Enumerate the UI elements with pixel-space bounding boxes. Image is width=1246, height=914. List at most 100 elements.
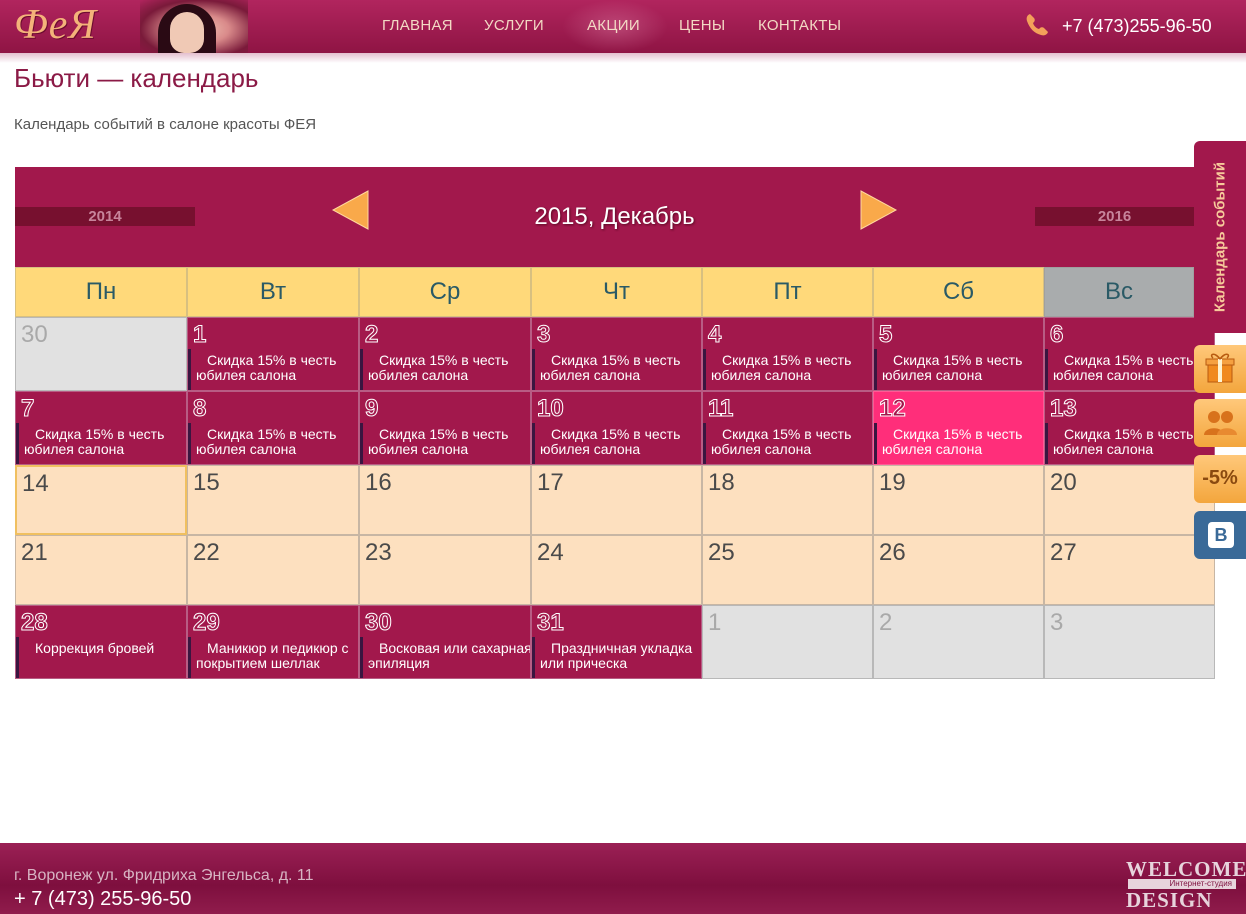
- nav-item-contacts[interactable]: КОНТАКТЫ: [758, 17, 841, 34]
- discount-button[interactable]: -5%: [1194, 455, 1246, 503]
- footer-phone[interactable]: + 7 (473) 255-96-50: [14, 888, 191, 911]
- logo[interactable]: ФеЯ: [14, 1, 97, 49]
- nav-item-promotions[interactable]: АКЦИИ: [587, 17, 640, 34]
- weekday-header-sat: Сб: [873, 267, 1044, 317]
- calendar-day-cell[interactable]: 5 Скидка 15% в честь юбилея салона: [873, 317, 1044, 391]
- event-marker: [703, 349, 706, 390]
- calendar-day-cell[interactable]: 18: [702, 465, 873, 535]
- event-title[interactable]: Коррекция бровей: [24, 641, 186, 656]
- calendar-day-cell[interactable]: 8 Скидка 15% в честь юбилея салона: [187, 391, 359, 465]
- calendar-day-cell[interactable]: 22: [187, 535, 359, 605]
- event-title[interactable]: Скидка 15% в честь юбилея салона: [196, 427, 358, 457]
- calendar-day-cell[interactable]: 26: [873, 535, 1044, 605]
- calendar-day-cell[interactable]: 17: [531, 465, 702, 535]
- prev-month-arrow-icon[interactable]: [331, 189, 369, 231]
- weekday-header-wed: Ср: [359, 267, 531, 317]
- vk-button[interactable]: В: [1194, 511, 1246, 559]
- day-number: 1: [192, 321, 207, 348]
- gift-button[interactable]: [1194, 345, 1246, 393]
- event-title[interactable]: Скидка 15% в честь юбилея салона: [1053, 427, 1214, 457]
- event-marker: [360, 637, 363, 678]
- calendar-day-cell[interactable]: 16: [359, 465, 531, 535]
- event-title[interactable]: Восковая или сахарная эпиляция: [368, 641, 530, 671]
- studio-logo[interactable]: WELCOME Интернет-студия DESIGN: [1126, 857, 1246, 912]
- event-title[interactable]: Маникюр и педикюр с покрытием шеллак: [196, 641, 358, 671]
- calendar-day-cell[interactable]: 19: [873, 465, 1044, 535]
- weekday-header-mon: Пн: [15, 267, 187, 317]
- event-title[interactable]: Скидка 15% в честь юбилея салона: [882, 427, 1043, 457]
- calendar-day-cell[interactable]: 23: [359, 535, 531, 605]
- calendar-day-cell[interactable]: 14: [15, 465, 187, 535]
- event-title[interactable]: Скидка 15% в честь юбилея салона: [196, 353, 358, 383]
- calendar-day-cell[interactable]: 24: [531, 535, 702, 605]
- calendar-day-cell[interactable]: 25: [702, 535, 873, 605]
- day-number: 22: [193, 539, 220, 566]
- day-number: 2: [879, 609, 893, 636]
- day-number: 7: [20, 395, 35, 422]
- calendar-day-cell[interactable]: 29 Маникюр и педикюр с покрытием шеллак: [187, 605, 359, 679]
- weekday-header-tue: Вт: [187, 267, 359, 317]
- calendar-grid: Пн Вт Ср Чт Пт Сб Вс 30 1 Скидка 15% в честь юбил…: [15, 267, 1215, 679]
- event-title[interactable]: Скидка 15% в честь юбилея салона: [24, 427, 186, 457]
- event-title[interactable]: Скидка 15% в честь юбилея салона: [711, 353, 872, 383]
- event-title[interactable]: Скидка 15% в честь юбилея салона: [540, 353, 701, 383]
- nav-item-prices[interactable]: ЦЕНЫ: [679, 17, 725, 34]
- footer: г. Воронеж ул. Фридриха Энгельса, д. 11 …: [0, 843, 1246, 914]
- events-calendar-tab[interactable]: Календарь событий: [1194, 141, 1246, 333]
- next-month-arrow-icon[interactable]: [860, 189, 898, 231]
- prev-year-link[interactable]: 2014: [15, 207, 195, 226]
- calendar-day-cell[interactable]: 15: [187, 465, 359, 535]
- day-number: 25: [708, 539, 735, 566]
- day-number: 20: [1050, 469, 1077, 496]
- calendar-day-cell[interactable]: 1: [702, 605, 873, 679]
- event-title[interactable]: Скидка 15% в честь юбилея салона: [882, 353, 1043, 383]
- calendar-day-cell[interactable]: 13 Скидка 15% в честь юбилея салона: [1044, 391, 1215, 465]
- calendar-day-cell[interactable]: 11 Скидка 15% в честь юбилея салона: [702, 391, 873, 465]
- group-button[interactable]: [1194, 399, 1246, 447]
- calendar-day-cell[interactable]: 30 Восковая или сахарная эпиляция: [359, 605, 531, 679]
- day-number: 1: [708, 609, 722, 636]
- phone-icon: [1026, 14, 1048, 36]
- event-title[interactable]: Скидка 15% в честь юбилея салона: [1053, 353, 1214, 383]
- calendar-header: 2014 2016 2015, Декабрь: [15, 167, 1194, 267]
- day-number: 4: [707, 321, 722, 348]
- month-title: 2015, Декабрь: [534, 203, 695, 230]
- day-number: 29: [193, 609, 221, 636]
- header-phone[interactable]: +7 (473)255-96-50: [1062, 16, 1212, 37]
- calendar-day-cell[interactable]: 7 Скидка 15% в честь юбилея салона: [15, 391, 187, 465]
- day-number: 24: [537, 539, 564, 566]
- day-number: 14: [22, 470, 49, 497]
- day-number: 13: [1050, 395, 1078, 422]
- next-year-link[interactable]: 2016: [1035, 207, 1194, 226]
- calendar-day-cell[interactable]: 10 Скидка 15% в честь юбилея салона: [531, 391, 702, 465]
- calendar-day-cell[interactable]: 3: [1044, 605, 1215, 679]
- calendar-day-cell[interactable]: 2 Скидка 15% в честь юбилея салона: [359, 317, 531, 391]
- calendar-day-cell[interactable]: 21: [15, 535, 187, 605]
- day-number: 30: [365, 609, 393, 636]
- event-marker: [874, 423, 877, 464]
- nav-item-home[interactable]: ГЛАВНАЯ: [382, 17, 453, 34]
- day-number: 19: [879, 469, 906, 496]
- discount-label: -5%: [1202, 467, 1238, 489]
- calendar-day-cell[interactable]: 12 Скидка 15% в честь юбилея салона: [873, 391, 1044, 465]
- nav-item-services[interactable]: УСЛУГИ: [484, 17, 544, 34]
- calendar-day-cell[interactable]: 27: [1044, 535, 1215, 605]
- calendar-day-cell[interactable]: 31 Праздничная укладка или прическа: [531, 605, 702, 679]
- calendar-day-cell[interactable]: 6 Скидка 15% в честь юбилея салона: [1044, 317, 1215, 391]
- calendar-day-cell[interactable]: 20: [1044, 465, 1215, 535]
- calendar-day-cell[interactable]: 28 Коррекция бровей: [15, 605, 187, 679]
- logo-portrait-image: [140, 0, 248, 53]
- event-title[interactable]: Скидка 15% в честь юбилея салона: [711, 427, 872, 457]
- calendar-day-cell[interactable]: 30: [15, 317, 187, 391]
- event-title[interactable]: Скидка 15% в честь юбилея салона: [368, 353, 530, 383]
- calendar-day-cell[interactable]: 9 Скидка 15% в честь юбилея салона: [359, 391, 531, 465]
- event-marker: [188, 637, 191, 678]
- event-title[interactable]: Скидка 15% в честь юбилея салона: [368, 427, 530, 457]
- event-title[interactable]: Праздничная укладка или прическа: [540, 641, 701, 671]
- calendar-day-cell[interactable]: 4 Скидка 15% в честь юбилея салона: [702, 317, 873, 391]
- event-title[interactable]: Скидка 15% в честь юбилея салона: [540, 427, 701, 457]
- event-marker: [188, 423, 191, 464]
- calendar-day-cell[interactable]: 1 Скидка 15% в честь юбилея салона: [187, 317, 359, 391]
- calendar-day-cell[interactable]: 2: [873, 605, 1044, 679]
- calendar-day-cell[interactable]: 3 Скидка 15% в честь юбилея салона: [531, 317, 702, 391]
